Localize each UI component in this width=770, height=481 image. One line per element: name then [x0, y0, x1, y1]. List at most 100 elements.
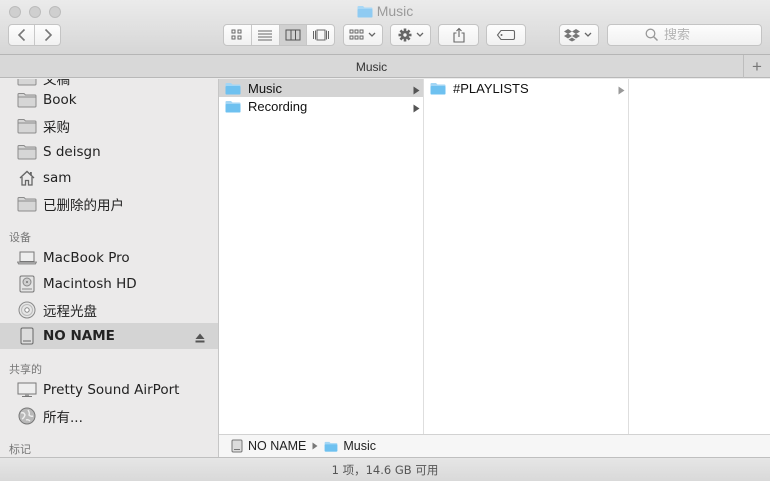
list-item-label: Recording — [248, 98, 308, 114]
sidebar-item-label: MacBook Pro — [43, 250, 130, 266]
sidebar-item-label: Book — [43, 92, 77, 108]
status-text: 1 项，14.6 GB 可用 — [331, 462, 439, 477]
gear-icon — [398, 28, 423, 42]
sidebar-item-label: Pretty Sound AirPort — [43, 382, 180, 398]
external-drive-icon — [17, 327, 37, 345]
sidebar-item-pretty-sound-airport[interactable]: Pretty Sound AirPort — [0, 377, 218, 403]
sidebar-item-label: 所有... — [43, 410, 83, 426]
sidebar-item-deleted-users[interactable]: 已删除的用户 — [0, 191, 218, 217]
chevron-right-icon — [44, 28, 52, 42]
path-segment-no-name[interactable]: NO NAME — [231, 439, 306, 453]
laptop-icon — [17, 249, 37, 267]
sidebar-section-devices: 设备 — [9, 231, 31, 244]
search-field[interactable] — [607, 24, 762, 46]
columns-icon — [285, 29, 301, 41]
plus-icon: + — [752, 56, 762, 76]
sidebar-item-all-shared[interactable]: 所有... — [0, 403, 218, 429]
back-forward-control — [8, 24, 61, 46]
back-button[interactable] — [9, 25, 34, 45]
list-item-label: #PLAYLISTS — [453, 80, 529, 96]
sidebar-item-label: 采购 — [43, 120, 70, 136]
view-mode-control — [223, 24, 335, 46]
arrange-grid-icon — [349, 29, 376, 40]
tab-music[interactable]: Music — [0, 55, 744, 78]
dropbox-icon — [564, 29, 592, 42]
sidebar-item-label: NO NAME — [43, 328, 115, 344]
list-item-music[interactable]: Music — [219, 79, 423, 97]
folder-icon — [17, 79, 37, 87]
tab-label: Music — [355, 59, 388, 74]
cover-flow-button[interactable] — [306, 25, 334, 45]
action-button[interactable] — [390, 24, 431, 46]
sidebar-item-label: Macintosh HD — [43, 276, 137, 292]
window-title-text: Music — [376, 3, 414, 19]
sidebar-item-book[interactable]: Book — [0, 87, 218, 113]
folder-icon — [17, 117, 37, 135]
sidebar-item-s-deisgn[interactable]: S deisgn — [0, 139, 218, 165]
dropbox-button[interactable] — [559, 24, 599, 46]
list-item-label: Music — [248, 80, 282, 96]
sidebar: 文稿 Book 采购 S deisgn sam 已删除的用户 设备 MacBoo… — [0, 79, 219, 457]
home-icon — [17, 169, 37, 187]
disclosure-arrow-icon — [413, 83, 420, 98]
sidebar-section-shared: 共享的 — [9, 363, 42, 376]
search-input[interactable] — [664, 27, 724, 43]
sidebar-section-tags: 标记 — [9, 443, 31, 456]
column-browser: Music Recording #PLAYLISTS — [219, 79, 770, 434]
list-item-playlists[interactable]: #PLAYLISTS — [424, 79, 628, 97]
tag-icon — [496, 29, 516, 41]
sidebar-item-label: sam — [43, 170, 72, 186]
column-1[interactable]: Music Recording — [219, 79, 424, 434]
folder-icon — [17, 91, 37, 109]
path-segment-music[interactable]: Music — [324, 439, 376, 453]
harddisk-icon — [17, 275, 37, 293]
search-icon — [645, 28, 659, 42]
folder-icon — [225, 100, 241, 113]
folder-icon — [430, 82, 446, 95]
folder-icon — [324, 441, 338, 452]
path-separator-icon — [312, 442, 318, 450]
icon-grid-icon — [231, 29, 242, 40]
eject-icon[interactable] — [195, 331, 205, 347]
tag-button[interactable] — [486, 24, 526, 46]
disclosure-arrow-icon — [618, 83, 625, 98]
external-drive-icon — [231, 439, 243, 453]
forward-button[interactable] — [34, 25, 60, 45]
sidebar-item-label: 已删除的用户 — [43, 198, 124, 214]
sidebar-item-purchasing[interactable]: 采购 — [0, 113, 218, 139]
column-view-button[interactable] — [278, 25, 307, 45]
sidebar-item-label: S deisgn — [43, 144, 101, 160]
folder-icon — [225, 82, 241, 95]
folder-icon — [17, 143, 37, 161]
sidebar-item-sam[interactable]: sam — [0, 165, 218, 191]
list-view-button[interactable] — [250, 25, 279, 45]
path-bar: NO NAME Music — [219, 434, 770, 457]
toolbar: Music — [0, 0, 770, 55]
sidebar-item-remote-disc[interactable]: 远程光盘 — [0, 297, 218, 323]
network-globe-icon — [17, 407, 37, 425]
list-icon — [258, 30, 273, 41]
new-tab-button[interactable]: + — [744, 55, 770, 78]
display-icon — [17, 381, 37, 399]
disclosure-arrow-icon — [413, 101, 420, 116]
folder-icon — [357, 5, 373, 21]
share-icon — [452, 27, 465, 43]
chevron-left-icon — [17, 28, 25, 42]
window-title: Music — [0, 3, 770, 21]
sidebar-item-partial[interactable]: 文稿 — [0, 79, 218, 88]
optical-disc-icon — [17, 301, 37, 319]
sidebar-item-macbook-pro[interactable]: MacBook Pro — [0, 245, 218, 271]
arrange-button[interactable] — [343, 24, 383, 46]
tab-bar: Music + — [0, 55, 770, 78]
status-bar: 1 项，14.6 GB 可用 — [0, 457, 770, 481]
sidebar-item-label: 远程光盘 — [43, 304, 97, 320]
sidebar-item-macintosh-hd[interactable]: Macintosh HD — [0, 271, 218, 297]
cover-flow-icon — [312, 29, 329, 41]
share-button[interactable] — [438, 24, 479, 46]
column-3[interactable] — [629, 79, 770, 434]
sidebar-item-no-name[interactable]: NO NAME — [0, 323, 218, 349]
icon-view-button[interactable] — [224, 25, 251, 45]
list-item-recording[interactable]: Recording — [219, 97, 423, 115]
folder-icon — [17, 195, 37, 213]
column-2[interactable]: #PLAYLISTS — [424, 79, 629, 434]
